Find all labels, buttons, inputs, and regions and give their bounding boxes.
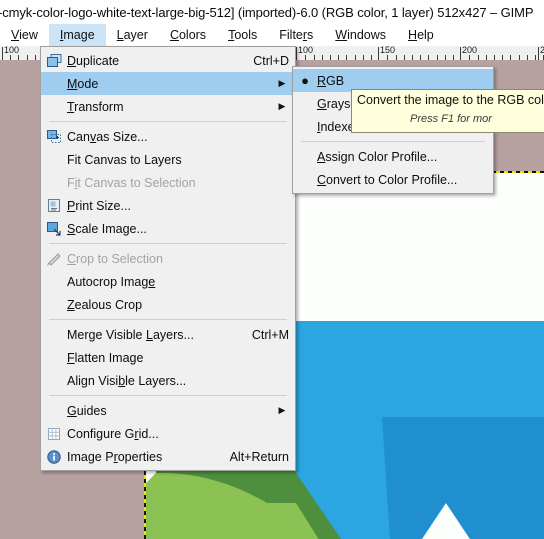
menu-item-align-visible-layers-label: Align Visible Layers... [67,373,187,388]
menu-item-fit-canvas-to-layers-label: Fit Canvas to Layers [67,152,182,167]
menu-item-fit-canvas-to-layers[interactable]: Fit Canvas to Layers [41,148,295,171]
menu-item-mode[interactable]: Mode ▶ [41,72,295,95]
menu-item-scale-image-label: Scale Image... [67,221,147,236]
menu-item-print-size-label: Print Size... [67,198,131,213]
menubar-item-colors[interactable]: Colors [159,24,217,46]
menu-item-configure-grid[interactable]: Configure Grid... [41,422,295,445]
menu-item-print-size[interactable]: Print Size... [41,194,295,217]
ruler-label: 100 [4,46,20,55]
tooltip-popup: Convert the image to the RGB colors Pres… [351,89,544,133]
ruler-major-tick [378,47,379,60]
window-title-bar: -cmyk-color-logo-white-text-large-big-51… [0,0,544,24]
menu-item-flatten-image[interactable]: Flatten Image [41,346,295,369]
ruler-major-tick [460,47,461,60]
menu-item-scale-image[interactable]: Scale Image... [41,217,295,240]
menubar-item-view[interactable]: View [0,24,49,46]
canvas-size-icon [41,127,67,147]
radio-bullet-icon: ● [301,73,309,88]
autocrop-icon-slot [41,272,67,292]
menu-item-image-properties-label: Image Properties [67,449,163,464]
menu-item-canvas-size-label: Canvas Size... [67,129,148,144]
menu-item-fit-canvas-to-selection-label: Fit Canvas to Selection [67,175,196,190]
flatten-image-icon-slot [41,348,67,368]
ruler-label: 250 [540,46,544,55]
transform-icon-slot [41,97,67,117]
align-layers-icon-slot [41,371,67,391]
menu-item-image-properties[interactable]: Image Properties Alt+Return [41,445,295,468]
info-icon [41,447,67,467]
merge-layers-icon-slot [41,325,67,345]
chevron-right-icon: ▶ [278,101,286,111]
submenu-item-rgb-label: RGB [317,73,345,88]
submenu-item-assign-color-profile[interactable]: Assign Color Profile... [293,145,493,168]
menu-item-duplicate-label: Duplicate [67,53,120,68]
menu-item-guides[interactable]: Guides ▶ [41,399,295,422]
menu-separator [49,395,287,396]
menu-item-mode-label: Mode [67,76,99,91]
tooltip-hint: Press F1 for mor [410,113,492,125]
menu-item-crop-to-selection: Crop to Selection [41,247,295,270]
menu-item-align-visible-layers[interactable]: Align Visible Layers... [41,369,295,392]
mode-icon-slot [41,74,67,94]
fit-canvas-selection-icon-slot [41,173,67,193]
chevron-right-icon: ▶ [278,78,286,88]
menu-item-guides-label: Guides [67,403,107,418]
menu-item-transform-label: Transform [67,99,124,114]
menu-item-canvas-size[interactable]: Canvas Size... [41,125,295,148]
menu-bar[interactable]: View Image Layer Colors Tools Filters Wi… [0,24,544,46]
ruler-major-tick [2,47,3,60]
zealous-crop-icon-slot [41,295,67,315]
submenu-separator [301,141,485,142]
menubar-item-layer[interactable]: Layer [106,24,159,46]
ruler-major-tick [538,47,539,60]
submenu-item-convert-to-color-profile[interactable]: Convert to Color Profile... [293,168,493,191]
submenu-item-assign-color-profile-label: Assign Color Profile... [317,149,438,164]
grid-icon [41,424,67,444]
menubar-item-filters[interactable]: Filters [268,24,324,46]
menu-separator [49,121,287,122]
menu-item-duplicate-accel: Ctrl+D [253,53,289,68]
duplicate-icon [41,51,67,71]
menu-item-autocrop-image[interactable]: Autocrop Image [41,270,295,293]
menu-separator [49,243,287,244]
menu-item-merge-visible-layers-label: Merge Visible Layers... [67,327,194,342]
window-title-text: -cmyk-color-logo-white-text-large-big-51… [0,4,534,20]
fit-canvas-layers-icon-slot [41,150,67,170]
chevron-right-icon: ▶ [278,405,286,415]
menu-item-image-properties-accel: Alt+Return [229,449,289,464]
menu-separator [49,319,287,320]
image-menu-dropdown[interactable]: Duplicate Ctrl+D Mode ▶ Transform ▶ Canv… [40,46,296,471]
submenu-item-convert-to-color-profile-label: Convert to Color Profile... [317,172,458,187]
menu-item-zealous-crop-label: Zealous Crop [67,297,143,312]
guides-icon-slot [41,401,67,421]
menu-item-merge-visible-layers[interactable]: Merge Visible Layers... Ctrl+M [41,323,295,346]
ruler-label: 200 [462,46,478,55]
menu-item-merge-visible-layers-accel: Ctrl+M [251,327,289,342]
menu-item-duplicate[interactable]: Duplicate Ctrl+D [41,49,295,72]
print-size-icon [41,196,67,216]
menu-item-fit-canvas-to-selection: Fit Canvas to Selection [41,171,295,194]
tooltip-text: Convert the image to the RGB colors [357,93,544,107]
menubar-item-help[interactable]: Help [397,24,445,46]
menubar-item-windows[interactable]: Windows [324,24,397,46]
menu-item-configure-grid-label: Configure Grid... [67,426,159,441]
scale-image-icon [41,219,67,239]
menu-item-flatten-image-label: Flatten Image [67,350,144,365]
ruler-major-tick [296,47,297,60]
menubar-item-image[interactable]: Image [48,24,106,46]
ruler-label: 150 [380,46,396,55]
menu-item-crop-to-selection-label: Crop to Selection [67,251,163,266]
menu-item-zealous-crop[interactable]: Zealous Crop [41,293,295,316]
menu-item-autocrop-image-label: Autocrop Image [67,274,156,289]
menu-item-transform[interactable]: Transform ▶ [41,95,295,118]
crop-icon [41,249,67,269]
menubar-item-tools[interactable]: Tools [217,24,268,46]
ruler-label: 100 [298,46,314,55]
